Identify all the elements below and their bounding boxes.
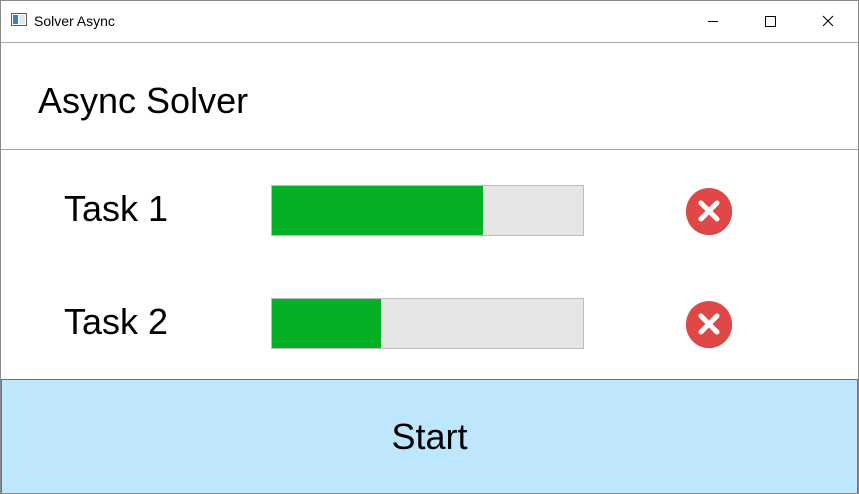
close-icon — [822, 15, 834, 27]
task-label: Task 2 — [64, 301, 169, 342]
task-progress-bar — [271, 185, 584, 236]
task-row-1: Task 1 — [1, 175, 858, 245]
maximize-button[interactable] — [741, 1, 799, 41]
cancel-icon — [686, 301, 732, 348]
cancel-task-button[interactable] — [685, 300, 733, 348]
window-title: Solver Async — [34, 13, 115, 29]
maximize-icon — [765, 16, 776, 27]
progress-fill — [272, 299, 381, 348]
app-icon — [11, 13, 27, 26]
page-title: Async Solver — [38, 80, 249, 121]
app-window: Solver Async Async Solver Task 1 Task 2 … — [0, 0, 859, 494]
task-row-2: Task 2 — [1, 288, 858, 358]
minimize-button[interactable] — [684, 1, 742, 41]
close-button[interactable] — [799, 1, 857, 41]
cancel-icon — [686, 188, 732, 235]
cancel-task-button[interactable] — [685, 187, 733, 235]
minimize-icon — [708, 21, 718, 22]
task-label: Task 1 — [64, 188, 169, 229]
header: Async Solver — [1, 43, 858, 150]
title-bar[interactable]: Solver Async — [1, 1, 858, 43]
start-button[interactable]: Start — [1, 379, 858, 493]
task-progress-bar — [271, 298, 584, 349]
progress-fill — [272, 186, 484, 235]
start-button-label: Start — [391, 415, 468, 457]
